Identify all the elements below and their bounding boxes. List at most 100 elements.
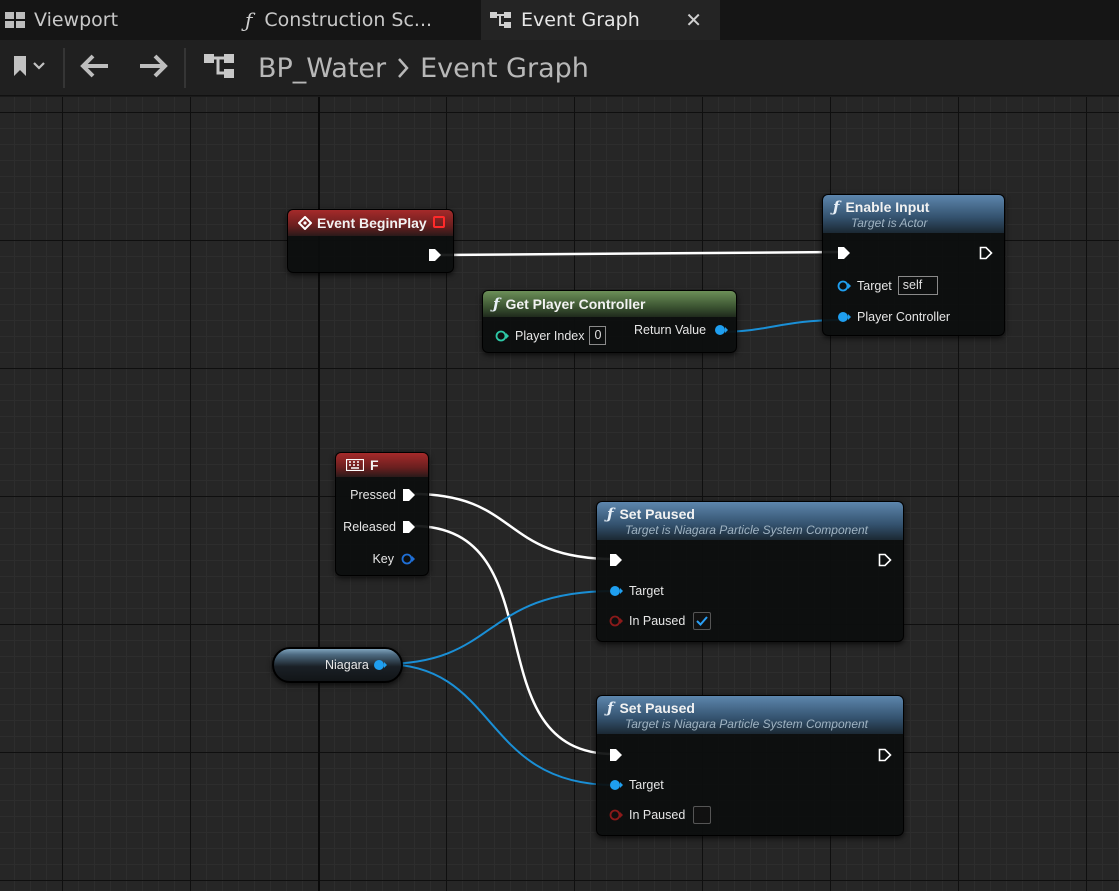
target-pin-row: Target [609, 584, 664, 598]
node-title: Set Paused [619, 700, 695, 716]
in-paused-checkbox[interactable] [693, 612, 712, 630]
node-key-f[interactable]: F Pressed Released Key [335, 452, 429, 576]
bool-pin[interactable] [609, 615, 623, 627]
toolbar-divider [63, 48, 65, 88]
tab-label: Construction Sc... [264, 9, 433, 31]
exec-out-pin[interactable] [878, 553, 892, 572]
blueprint-editor: Viewport ƒ Construction Sc... Event Grap… [0, 0, 1119, 891]
pin-label: Player Controller [857, 310, 951, 324]
pin-label: Target [629, 584, 664, 598]
node-subtitle: Target is Niagara Particle System Compon… [625, 717, 868, 731]
viewport-icon [4, 11, 26, 29]
checkmark-icon [696, 616, 709, 626]
back-button[interactable] [74, 40, 116, 96]
exec-wire-released [412, 524, 615, 756]
struct-pin[interactable] [400, 553, 416, 565]
pin-label: Key [372, 552, 394, 566]
node-header: Event BeginPlay [288, 210, 453, 236]
variable-label: Niagara [325, 658, 369, 672]
exec-out-pin[interactable] [979, 246, 993, 265]
object-pin[interactable] [373, 659, 387, 671]
tab-bar: Viewport ƒ Construction Sc... Event Grap… [0, 0, 1119, 40]
close-icon[interactable]: ✕ [685, 8, 702, 32]
target-value-field[interactable]: self [897, 276, 938, 295]
object-wire-niagara-2 [382, 663, 615, 786]
event-icon [298, 216, 312, 230]
node-set-paused-2[interactable]: ƒ Set Paused Target is Niagara Particle S… [596, 695, 904, 836]
exec-wire-pressed [412, 492, 615, 561]
return-value-pin-row: Return Value [634, 323, 729, 337]
tab-construction-script[interactable]: ƒ Construction Sc... [245, 0, 475, 40]
arrow-left-icon [80, 54, 110, 82]
graph-type-button[interactable] [196, 40, 242, 96]
arrow-right-icon [138, 54, 168, 82]
node-header: F [336, 453, 428, 477]
bookmark-button[interactable] [2, 40, 54, 96]
in-paused-checkbox[interactable] [693, 806, 712, 824]
pin-label: Player Index [515, 328, 585, 343]
player-controller-pin-row: Player Controller [837, 310, 950, 324]
chevron-right-icon [396, 57, 410, 79]
variable-node-niagara[interactable]: Niagara [272, 647, 403, 683]
tab-viewport[interactable]: Viewport [0, 0, 230, 40]
node-get-player-controller[interactable]: ƒ Get Player Controller Player Index 0 Re… [482, 290, 737, 353]
exec-in-pin[interactable] [837, 246, 851, 265]
node-title: F [370, 457, 379, 473]
node-event-beginplay[interactable]: Event BeginPlay [287, 209, 454, 273]
tab-label: Event Graph [521, 9, 640, 31]
exec-out-pin[interactable] [402, 520, 416, 534]
keyboard-icon [346, 459, 364, 471]
pin-label: Return Value [634, 323, 707, 337]
object-pin[interactable] [714, 324, 729, 336]
pressed-pin-row: Pressed [350, 488, 416, 502]
node-header: ƒ Enable Input Target is Actor [823, 195, 1004, 233]
player-index-field[interactable]: 0 [589, 326, 607, 345]
released-pin-row: Released [343, 520, 416, 534]
pin-label: Pressed [350, 488, 396, 502]
object-pin[interactable] [837, 311, 851, 323]
node-set-paused-1[interactable]: ƒ Set Paused Target is Niagara Particle S… [596, 501, 904, 642]
pin-label: In Paused [629, 808, 686, 822]
node-enable-input[interactable]: ƒ Enable Input Target is Actor Target sel… [822, 194, 1005, 336]
int-pin[interactable] [495, 330, 509, 342]
event-graph-icon [202, 51, 236, 85]
node-subtitle: Target is Niagara Particle System Compon… [625, 523, 868, 537]
forward-button[interactable] [132, 40, 174, 96]
key-pin-row: Key [372, 552, 416, 566]
breadcrumb-blueprint[interactable]: BP_Water [258, 53, 386, 84]
function-icon: ƒ [607, 699, 614, 717]
node-header: ƒ Set Paused Target is Niagara Particle S… [597, 696, 903, 734]
object-pin[interactable] [837, 280, 851, 292]
bookmark-icon [10, 53, 46, 83]
toolbar-divider [184, 48, 186, 88]
node-header: ƒ Get Player Controller [483, 291, 736, 317]
exec-out-pin[interactable] [428, 248, 442, 267]
exec-in-pin[interactable] [609, 748, 623, 767]
node-title: Enable Input [845, 199, 930, 215]
breadcrumb-graph[interactable]: Event Graph [420, 53, 589, 84]
delegate-pin[interactable] [433, 216, 445, 228]
exec-out-pin[interactable] [402, 488, 416, 502]
pin-label: Target [857, 278, 892, 293]
target-pin-row: Target [609, 778, 664, 792]
object-pin[interactable] [609, 779, 623, 791]
tab-event-graph[interactable]: Event Graph ✕ [481, 0, 720, 40]
node-subtitle: Target is Actor [851, 216, 928, 230]
breadcrumb: BP_Water Event Graph [258, 52, 589, 84]
bool-pin[interactable] [609, 809, 623, 821]
pin-label: Target [629, 778, 664, 792]
pin-label: In Paused [629, 614, 686, 628]
object-pin[interactable] [609, 585, 623, 597]
graph-canvas[interactable]: Event BeginPlay ƒ Enable Input Target is … [0, 97, 1119, 891]
object-wire-niagara-1 [382, 590, 615, 665]
node-title: Set Paused [619, 506, 695, 522]
exec-in-pin[interactable] [609, 553, 623, 572]
player-index-pin-row: Player Index 0 [495, 326, 607, 345]
node-title: Event BeginPlay [317, 215, 427, 231]
function-icon: ƒ [493, 295, 500, 313]
node-title: Get Player Controller [505, 296, 646, 312]
node-header: ƒ Set Paused Target is Niagara Particle S… [597, 502, 903, 540]
pin-label: Released [343, 520, 396, 534]
target-pin-row: Target self [837, 276, 938, 295]
exec-out-pin[interactable] [878, 748, 892, 767]
